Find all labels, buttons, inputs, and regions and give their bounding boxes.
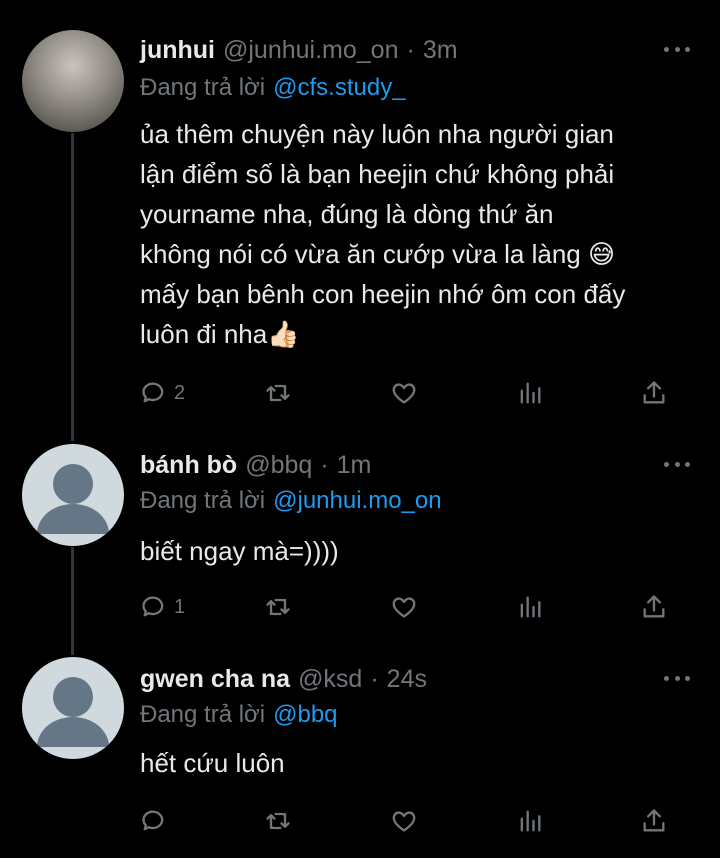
separator-dot: · [370,665,379,693]
more-icon[interactable] [664,44,690,54]
default-avatar-icon [37,464,109,534]
default-avatar-icon [37,677,109,747]
reply-mention-link[interactable]: @junhui.mo_on [273,487,441,514]
like-button[interactable] [390,376,418,410]
share-icon [643,381,665,404]
separator-dot: · [406,36,415,64]
analytics-button[interactable] [516,804,544,838]
analytics-icon [520,596,541,618]
tweet-text: hết cứu luôn [140,748,285,778]
action-bar: 1 [140,590,680,624]
retweet-button[interactable] [264,376,292,410]
timestamp[interactable]: 24s [387,665,427,694]
reply-prefix: Đang trả lời [140,487,266,514]
reply-icon [142,382,164,403]
reply-icon [142,596,164,617]
reply-button[interactable] [140,804,168,838]
reply-icon [142,810,164,831]
user-handle[interactable]: @bbq [245,451,312,480]
reply-count: 2 [174,381,186,404]
action-bar: 2 [140,376,680,410]
avatar[interactable] [22,444,124,546]
avatar[interactable] [22,30,124,132]
display-name[interactable]: gwen cha na [140,665,290,694]
share-icon [643,809,665,832]
reply-prefix: Đang trả lời [140,74,266,101]
retweet-button[interactable] [264,804,292,838]
analytics-icon [520,810,541,832]
like-icon [392,811,416,832]
reply-button[interactable]: 1 [140,590,185,624]
tweet[interactable]: bánh bò @bbq · 1m Đang trả lời @junhui.mo… [0,440,720,655]
more-icon[interactable] [664,459,690,469]
retweet-icon [266,384,290,402]
reply-mention-link[interactable]: @cfs.study_ [273,74,405,101]
user-handle[interactable]: @ksd [298,665,362,694]
share-button[interactable] [640,590,668,624]
tweet-text: biết ngay mà=)))) [140,536,339,566]
more-icon[interactable] [664,673,690,683]
separator-dot: · [320,451,329,479]
like-button[interactable] [390,590,418,624]
retweet-button[interactable] [264,590,292,624]
timestamp[interactable]: 3m [423,36,458,65]
user-handle[interactable]: @junhui.mo_on [223,36,399,65]
like-icon [392,597,416,618]
like-icon [392,383,416,404]
tweet-text: ủa thêm chuyện này luôn nha người gian l… [140,119,626,349]
tweet[interactable]: junhui @junhui.mo_on · 3m Đang trả lời @c… [0,0,720,440]
analytics-button[interactable] [516,590,544,624]
display-name[interactable]: bánh bò [140,451,237,480]
retweet-icon [266,598,290,616]
analytics-button[interactable] [516,376,544,410]
share-button[interactable] [640,804,668,838]
action-bar [140,804,680,838]
reply-context: Đang trả lời @bbq [140,701,338,729]
share-icon [643,595,665,618]
reply-prefix: Đang trả lời [140,701,266,728]
analytics-icon [520,382,541,404]
reply-context: Đang trả lời @cfs.study_ [140,74,406,102]
like-button[interactable] [390,804,418,838]
share-button[interactable] [640,376,668,410]
reply-count: 1 [174,595,186,618]
retweet-icon [266,812,290,830]
reply-button[interactable]: 2 [140,376,185,410]
display-name[interactable]: junhui [140,36,215,65]
timestamp[interactable]: 1m [337,451,372,480]
reply-context: Đang trả lời @junhui.mo_on [140,487,442,515]
avatar[interactable] [22,657,124,759]
tweet[interactable]: gwen cha na @ksd · 24s Đang trả lời @bbq … [0,655,720,858]
reply-mention-link[interactable]: @bbq [273,701,337,728]
